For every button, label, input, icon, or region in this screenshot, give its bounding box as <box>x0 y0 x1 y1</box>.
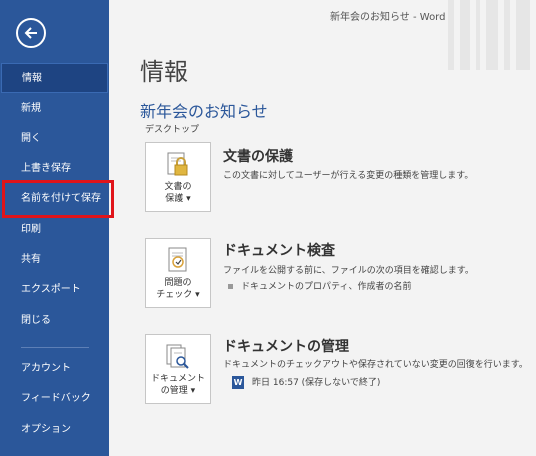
highlight-save-as <box>2 180 114 218</box>
protect-document-button[interactable]: 文書の 保護 ▾ <box>145 142 211 212</box>
manage-tile-label-1: ドキュメント <box>150 374 205 384</box>
nav-info[interactable]: 情報 <box>1 63 108 93</box>
autosave-version[interactable]: W 昨日 16:57 (保存しないで終了) <box>232 375 380 389</box>
protect-tile-label-1: 文書の <box>164 182 192 192</box>
nav-new[interactable]: 新規 <box>0 94 109 124</box>
page-title: 情報 <box>140 58 188 86</box>
manage-document-button[interactable]: ドキュメント の管理 ▾ <box>145 334 211 404</box>
protect-title: 文書の保護 <box>223 149 293 165</box>
nav-feedback[interactable]: フィードバック <box>0 384 109 414</box>
nav-share[interactable]: 共有 <box>0 245 109 275</box>
window-title: 新年会のお知らせ - Word <box>330 12 446 23</box>
nav-export[interactable]: エクスポート <box>0 275 109 305</box>
back-button[interactable] <box>16 18 46 48</box>
inspect-tile-label-2: チェック ▾ <box>156 290 200 300</box>
manage-description: ドキュメントのチェックアウトや保存されていない変更の回復を行います。 <box>223 360 528 370</box>
inspect-description: ファイルを公開する前に、ファイルの次の項目を確認します。 <box>223 266 474 276</box>
nav-open[interactable]: 開く <box>0 124 109 154</box>
word-document-icon: W <box>232 376 244 389</box>
lock-icon <box>165 150 191 178</box>
backstage-sidebar: 情報 新規 開く 上書き保存 名前を付けて保存 印刷 共有 エクスポート 閉じる… <box>0 0 109 456</box>
protect-description: この文書に対してユーザーが行える変更の種類を管理します。 <box>223 171 474 181</box>
inspect-title: ドキュメント検査 <box>223 243 335 259</box>
document-location: デスクトップ <box>145 125 200 135</box>
inspect-bullet-text: ドキュメントのプロパティ、作成者の名前 <box>241 282 412 292</box>
check-issues-button[interactable]: 問題の チェック ▾ <box>145 238 211 308</box>
inspect-document-icon <box>165 246 191 274</box>
manage-title: ドキュメントの管理 <box>223 339 349 355</box>
nav-account[interactable]: アカウント <box>0 354 109 384</box>
manage-tile-label-2: の管理 ▾ <box>160 386 196 396</box>
sidebar-divider <box>21 347 89 348</box>
bullet-icon <box>228 284 233 289</box>
inspect-tile-label-1: 問題の <box>164 278 192 288</box>
version-text: 昨日 16:57 (保存しないで終了) <box>252 378 381 388</box>
nav-options[interactable]: オプション <box>0 415 109 445</box>
header-decoration <box>440 0 536 70</box>
protect-tile-label-2: 保護 ▾ <box>165 194 191 204</box>
nav-print[interactable]: 印刷 <box>0 215 109 245</box>
back-arrow-icon <box>24 27 37 39</box>
manage-document-icon <box>165 342 191 370</box>
inspect-bullet: ドキュメントのプロパティ、作成者の名前 <box>228 279 411 292</box>
document-name: 新年会のお知らせ <box>140 102 268 121</box>
nav-close[interactable]: 閉じる <box>0 306 109 336</box>
